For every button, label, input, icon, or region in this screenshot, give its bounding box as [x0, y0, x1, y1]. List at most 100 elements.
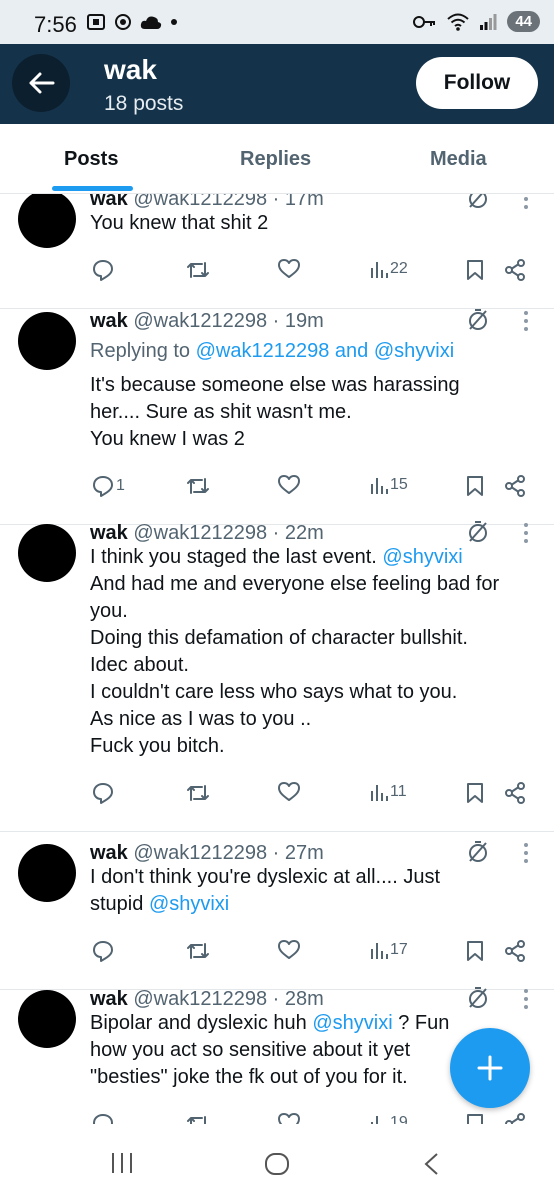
like-button[interactable]	[278, 1113, 300, 1124]
post-actions: 11	[0, 782, 554, 808]
tab-replies[interactable]: Replies	[240, 148, 311, 171]
share-button[interactable]	[504, 1113, 526, 1124]
mention-link[interactable]: @shyvixi	[149, 893, 229, 915]
follow-button[interactable]: Follow	[416, 57, 538, 109]
back-system-button[interactable]	[422, 1152, 440, 1181]
bookmark-button[interactable]	[466, 475, 484, 497]
share-icon	[505, 782, 525, 804]
views-button[interactable]: 15	[370, 475, 408, 495]
post-count: 18 posts	[104, 92, 184, 115]
author-name[interactable]: wak	[90, 842, 128, 864]
repost-icon	[187, 943, 209, 959]
post-item[interactable]: wak @wak1212298 · 27m I don't think you'r…	[0, 834, 554, 990]
share-button[interactable]	[504, 475, 526, 497]
post-time: · 22m	[272, 522, 324, 544]
author-name[interactable]: wak	[90, 310, 128, 332]
share-button[interactable]	[504, 259, 526, 281]
post-item[interactable]: wak @wak1212298 · 22m I think you staged …	[0, 514, 554, 832]
author-handle[interactable]: @wak1212298	[133, 842, 267, 864]
heart-icon	[278, 259, 300, 278]
author-handle[interactable]: @wak1212298	[133, 194, 267, 210]
reply-icon	[93, 941, 113, 962]
text-segment: "besties" joke the fk out of you for it.	[90, 1066, 408, 1088]
text-segment: And had me and everyone else feeling bad…	[90, 573, 500, 595]
reply-button[interactable]	[92, 1113, 116, 1124]
more-vertical-icon[interactable]	[522, 310, 530, 332]
repost-button[interactable]	[186, 1113, 210, 1124]
post-text: I don't think you're dyslexic at all....…	[90, 864, 520, 918]
views-button[interactable]: 22	[370, 259, 408, 279]
post-text: It's because someone else was harassing h…	[90, 372, 520, 453]
more-vertical-icon[interactable]	[522, 522, 530, 544]
author-handle[interactable]: @wak1212298	[133, 522, 267, 544]
reply-button[interactable]	[92, 940, 116, 962]
repost-button[interactable]	[186, 259, 210, 281]
tab-posts[interactable]: Posts	[64, 148, 118, 171]
post-item[interactable]: wak @wak1212298 · 19m Replying to @wak121…	[0, 302, 554, 525]
replying-to-targets[interactable]: @wak1212298 and @shyvixi	[196, 340, 455, 362]
recent-apps-button[interactable]	[110, 1152, 134, 1179]
repost-button[interactable]	[186, 782, 210, 804]
post-actions: 17	[0, 940, 554, 966]
text-segment: Doing this defamation of character bulls…	[90, 627, 468, 649]
profile-tabs: Posts Replies Media	[0, 124, 554, 194]
text-segment: It's because someone else was harassing	[90, 374, 460, 396]
avatar[interactable]	[18, 194, 76, 248]
author-handle[interactable]: @wak1212298	[133, 310, 267, 332]
mention-link[interactable]: @shyvixi	[382, 546, 462, 568]
like-button[interactable]	[278, 940, 300, 960]
more-vertical-icon[interactable]	[522, 194, 530, 210]
post-time: · 17m	[272, 194, 324, 210]
arrow-left-icon	[29, 72, 55, 94]
like-button[interactable]	[278, 475, 300, 495]
views-button[interactable]: 19	[370, 1113, 408, 1124]
post-text-line: Idec about.	[90, 652, 520, 679]
mention-link[interactable]: @shyvixi	[312, 1012, 392, 1034]
bookmark-button[interactable]	[466, 782, 484, 804]
repost-button[interactable]	[186, 475, 210, 497]
text-segment: you.	[90, 600, 128, 622]
post-item[interactable]: wak @wak1212298 · 17m You knew that shit …	[0, 194, 554, 309]
author-name[interactable]: wak	[90, 988, 128, 1010]
repost-button[interactable]	[186, 940, 210, 962]
reply-button[interactable]	[92, 259, 116, 281]
share-button[interactable]	[504, 782, 526, 804]
author-name[interactable]: wak	[90, 194, 128, 210]
views-button[interactable]: 17	[370, 940, 408, 960]
tab-media[interactable]: Media	[430, 148, 487, 171]
profile-name: wak	[104, 54, 157, 85]
text-segment: her.... Sure as shit wasn't me.	[90, 401, 352, 423]
reply-icon	[93, 260, 113, 281]
post-feed[interactable]: wak @wak1212298 · 17m You knew that shit …	[0, 194, 554, 1124]
more-vertical-icon[interactable]	[522, 988, 530, 1010]
tab-active-indicator	[52, 186, 133, 191]
text-segment: Bipolar and dyslexic huh	[90, 1012, 313, 1034]
bookmark-button[interactable]	[466, 259, 484, 281]
avatar[interactable]	[18, 312, 76, 370]
reply-button[interactable]	[92, 782, 116, 804]
bookmark-button[interactable]	[466, 940, 484, 962]
view-count: 15	[390, 476, 408, 493]
like-button[interactable]	[278, 782, 300, 802]
like-button[interactable]	[278, 259, 300, 279]
bookmark-button[interactable]	[466, 1113, 484, 1124]
back-button[interactable]	[12, 54, 70, 112]
text-segment: Fuck you bitch.	[90, 735, 225, 757]
heart-icon	[278, 940, 300, 959]
post-text-line: It's because someone else was harassing	[90, 372, 520, 399]
author-handle[interactable]: @wak1212298	[133, 988, 267, 1010]
share-button[interactable]	[504, 940, 526, 962]
home-button[interactable]	[264, 1152, 290, 1181]
bookmark-icon	[467, 783, 483, 803]
plus-icon	[477, 1055, 503, 1081]
compose-button[interactable]	[450, 1028, 530, 1108]
avatar[interactable]	[18, 844, 76, 902]
post-text-line: you.	[90, 598, 520, 625]
status-left-icons	[86, 13, 178, 31]
views-button[interactable]: 11	[370, 782, 407, 802]
author-name[interactable]: wak	[90, 522, 128, 544]
more-vertical-icon[interactable]	[522, 842, 530, 864]
avatar[interactable]	[18, 990, 76, 1048]
avatar[interactable]	[18, 524, 76, 582]
reply-button[interactable]: 1	[92, 475, 125, 497]
